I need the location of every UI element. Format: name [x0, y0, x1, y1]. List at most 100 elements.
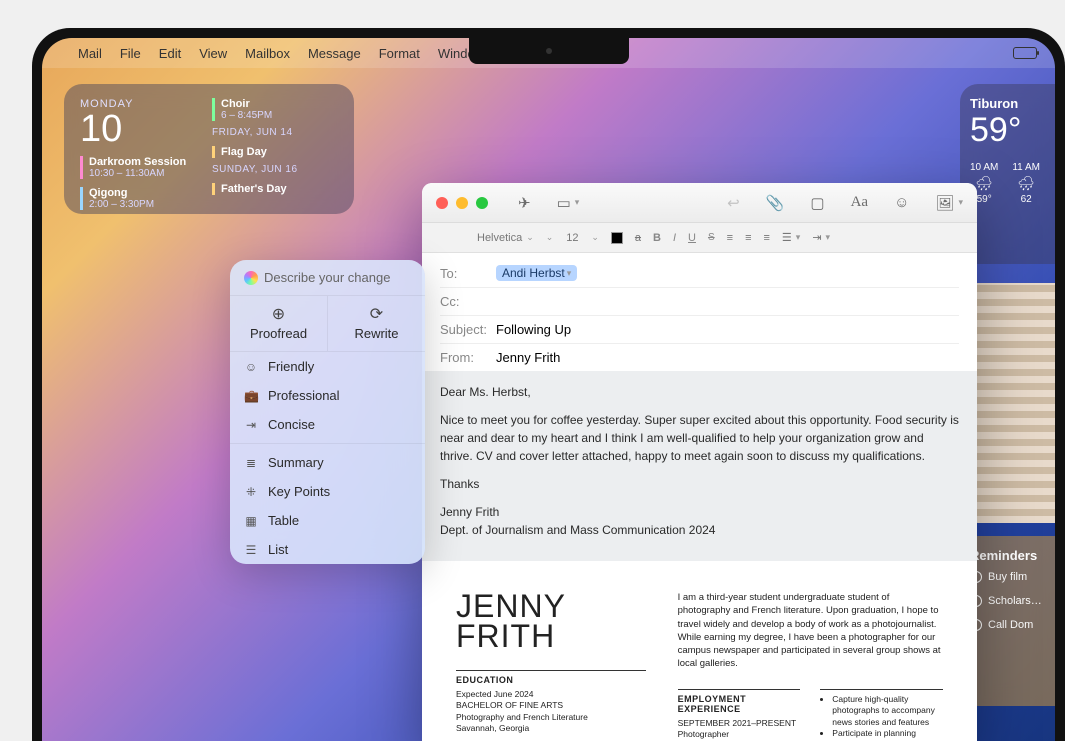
menu-format[interactable]: Format	[379, 46, 420, 61]
photo-browser-button[interactable]: 🖼▾	[935, 194, 963, 212]
list-menu[interactable]: ☰ ▾	[782, 231, 800, 244]
table-icon: ▦	[244, 514, 258, 528]
calendar-day-number: 10	[80, 110, 200, 148]
rewrite-icon: ⟳	[328, 304, 425, 324]
cal-event-title: Flag Day	[221, 146, 338, 158]
display-notch	[469, 38, 629, 64]
zoom-icon[interactable]	[476, 197, 488, 209]
tone-concise-button[interactable]: ⇥Concise	[230, 410, 425, 439]
weather-location: Tiburon	[970, 96, 1045, 111]
chevron-down-icon: ▾	[575, 197, 580, 208]
message-body[interactable]: Dear Ms. Herbst, Nice to meet you for co…	[422, 371, 977, 561]
briefcase-icon: 💼	[244, 389, 258, 403]
menu-mailbox[interactable]: Mailbox	[245, 46, 290, 61]
weather-hour-temp: 62	[1012, 194, 1040, 205]
chevron-down-icon: ▾	[958, 197, 963, 208]
list-icon: ☰	[244, 543, 258, 557]
strike-icon[interactable]: a	[635, 232, 641, 244]
body-signature-name: Jenny Frith	[440, 503, 959, 521]
menu-view[interactable]: View	[199, 46, 227, 61]
color-swatch[interactable]	[611, 232, 623, 244]
cc-label: Cc:	[440, 294, 496, 309]
align-right-icon[interactable]: ≡	[764, 232, 770, 244]
minimize-icon[interactable]	[456, 197, 468, 209]
tone-friendly-button[interactable]: ☺Friendly	[230, 352, 425, 381]
sparkle-icon	[244, 271, 258, 285]
resume-bullets: Capture high-quality photographs to acco…	[820, 694, 943, 741]
reply-icon[interactable]: ↩︎	[727, 194, 740, 212]
cal-upcoming-date: FRIDAY, JUN 14	[212, 127, 338, 138]
compose-headers: To:Andi Herbst▾ Cc: Subject:Following Up…	[422, 253, 977, 371]
markup-icon[interactable]: ▢	[810, 194, 824, 212]
close-icon[interactable]	[436, 197, 448, 209]
to-label: To:	[440, 266, 496, 281]
resume-name-last: FRITH	[456, 621, 646, 651]
transform-keypoints-button[interactable]: ⁜Key Points	[230, 477, 425, 506]
cal-upcoming-date: SUNDAY, JUN 16	[212, 164, 338, 175]
resume-education-heading: EDUCATION	[456, 675, 646, 685]
cal-event-title: Qigong	[89, 187, 200, 199]
reminder-label: Scholars…	[988, 595, 1042, 607]
underline-button[interactable]: U	[688, 232, 696, 244]
menu-message[interactable]: Message	[308, 46, 361, 61]
chevron-down-icon: ▾	[567, 268, 572, 279]
cal-event-title: Choir	[221, 98, 338, 110]
send-icon[interactable]: ✈︎	[518, 194, 531, 212]
menu-edit[interactable]: Edit	[159, 46, 181, 61]
resume-employment-heading: EMPLOYMENT EXPERIENCE	[678, 694, 801, 714]
attach-icon[interactable]: 📎	[766, 194, 785, 212]
strikethrough-button[interactable]: S	[708, 232, 715, 243]
compress-icon: ⇥	[244, 418, 258, 432]
tone-professional-button[interactable]: 💼Professional	[230, 381, 425, 410]
header-fields-button[interactable]: ▭▾	[557, 194, 580, 212]
cal-event-title: Father's Day	[221, 183, 338, 195]
calendar-widget[interactable]: MONDAY 10 Darkroom Session10:30 – 11:30A…	[64, 84, 354, 214]
body-signature-dept: Dept. of Journalism and Mass Communicati…	[440, 521, 959, 539]
text-style-icon[interactable]: Aa	[851, 194, 869, 211]
transform-summary-button[interactable]: ≣Summary	[230, 448, 425, 477]
rewrite-button[interactable]: ⟳Rewrite	[328, 296, 425, 351]
reminder-label: Buy film	[988, 571, 1027, 583]
transform-table-button[interactable]: ▦Table	[230, 506, 425, 535]
font-size-select[interactable]: ⌄ 12 ⌄	[546, 232, 599, 244]
describe-change-field[interactable]: Describe your change	[264, 270, 390, 285]
italic-button[interactable]: I	[673, 232, 676, 244]
battery-icon[interactable]	[1013, 47, 1037, 59]
macbook-frame: Mail File Edit View Mailbox Message Form…	[32, 28, 1065, 741]
from-label: From:	[440, 350, 496, 365]
emoji-icon[interactable]: ☺	[894, 194, 909, 211]
body-thanks: Thanks	[440, 475, 959, 493]
align-center-icon[interactable]: ≡	[745, 232, 751, 244]
reminder-item[interactable]: Call Dom	[970, 619, 1045, 631]
indent-menu[interactable]: ⇥ ▾	[812, 231, 830, 244]
writing-tools-popover: Describe your change ⊕Proofread ⟳Rewrite…	[230, 260, 425, 564]
proofread-button[interactable]: ⊕Proofread	[230, 296, 328, 351]
reminder-item[interactable]: Buy film	[970, 571, 1045, 583]
reminder-label: Call Dom	[988, 619, 1033, 631]
format-bar: Helvetica ⌄ ⌄ 12 ⌄ a B I U S ≡ ≡ ≡ ☰ ▾ ⇥…	[422, 223, 977, 253]
magnify-icon: ⊕	[230, 304, 327, 324]
window-titlebar[interactable]: ✈︎ ▭▾ ↩︎ 📎 ▢ Aa ☺ 🖼▾	[422, 183, 977, 223]
cal-event-time: 10:30 – 11:30AM	[89, 168, 200, 179]
weather-hour-label: 10 AM	[970, 162, 998, 173]
weather-hour-label: 11 AM	[1012, 162, 1040, 173]
reminder-item[interactable]: Scholars…	[970, 595, 1045, 607]
app-menu[interactable]: Mail	[78, 46, 102, 61]
menu-file[interactable]: File	[120, 46, 141, 61]
doc-icon: ≣	[244, 456, 258, 470]
resume-summary: I am a third-year student undergraduate …	[678, 591, 943, 671]
key-icon: ⁜	[244, 485, 258, 499]
reminders-title: Reminders	[970, 548, 1045, 563]
font-select[interactable]: Helvetica ⌄	[477, 232, 534, 244]
subject-field[interactable]: Following Up	[496, 322, 571, 337]
smile-icon: ☺	[244, 360, 258, 374]
transform-list-button[interactable]: ☰List	[230, 535, 425, 564]
resume-attachment[interactable]: JENNY FRITH EDUCATION Expected June 2024…	[422, 561, 977, 741]
bold-button[interactable]: B	[653, 232, 661, 244]
recipient-pill[interactable]: Andi Herbst▾	[496, 265, 577, 281]
resume-name-first: JENNY	[456, 591, 646, 621]
align-left-icon[interactable]: ≡	[727, 232, 733, 244]
from-value[interactable]: Jenny Frith	[496, 350, 560, 365]
cal-event-time: 6 – 8:45PM	[221, 110, 338, 121]
mail-compose-window: ✈︎ ▭▾ ↩︎ 📎 ▢ Aa ☺ 🖼▾ Helvetica ⌄ ⌄ 12 ⌄ …	[422, 183, 977, 741]
